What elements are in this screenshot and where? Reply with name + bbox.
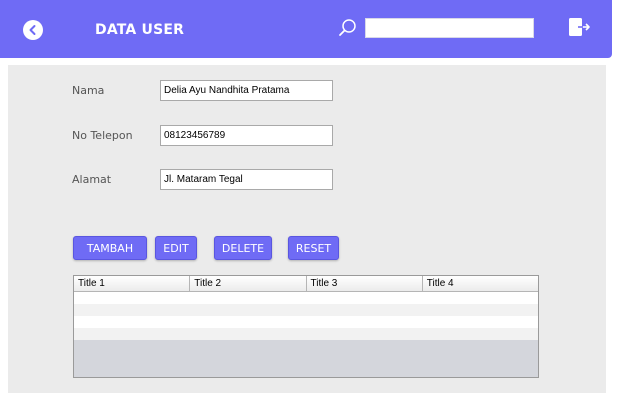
form-panel: Nama No Telepon Alamat TAMBAH EDIT DELET… [8,65,606,393]
nama-label: Nama [72,84,105,97]
reset-button[interactable]: RESET [288,236,339,260]
back-button[interactable] [23,20,43,40]
nama-field[interactable] [160,80,333,101]
tambah-button[interactable]: TAMBAH [73,236,147,260]
table-cell [422,316,538,328]
table-cell [422,304,538,316]
table-cell [190,304,306,316]
page-title: DATA USER [95,22,185,38]
data-table[interactable]: Title 1 Title 2 Title 3 Title 4 [73,275,539,378]
logout-icon[interactable] [567,17,591,37]
alamat-label: Alamat [72,173,112,186]
table-row[interactable] [74,316,538,328]
column-header[interactable]: Title 3 [306,276,423,291]
table-cell [306,292,422,304]
telepon-label: No Telepon [72,129,133,142]
edit-button[interactable]: EDIT [155,236,197,260]
table-cell [422,328,538,340]
alamat-field[interactable] [160,169,333,190]
delete-button[interactable]: DELETE [214,236,272,260]
table-header: Title 1 Title 2 Title 3 Title 4 [74,276,538,292]
table-row[interactable] [74,328,538,340]
app-header: DATA USER [0,0,612,58]
column-header[interactable]: Title 2 [190,276,307,291]
table-cell [74,304,190,316]
table-cell [190,316,306,328]
column-header[interactable]: Title 1 [74,276,191,291]
search-input[interactable] [365,18,534,38]
telepon-field[interactable] [160,125,333,146]
table-row[interactable] [74,292,538,304]
search-icon[interactable] [337,17,359,39]
table-cell [74,292,190,304]
table-row[interactable] [74,304,538,316]
table-cell [74,316,190,328]
table-cell [306,304,422,316]
table-cell [422,292,538,304]
table-cell [190,328,306,340]
table-cell [190,292,306,304]
table-cell [306,316,422,328]
chevron-left-icon [29,25,36,35]
table-cell [74,328,190,340]
column-header[interactable]: Title 4 [422,276,538,291]
table-cell [306,328,422,340]
